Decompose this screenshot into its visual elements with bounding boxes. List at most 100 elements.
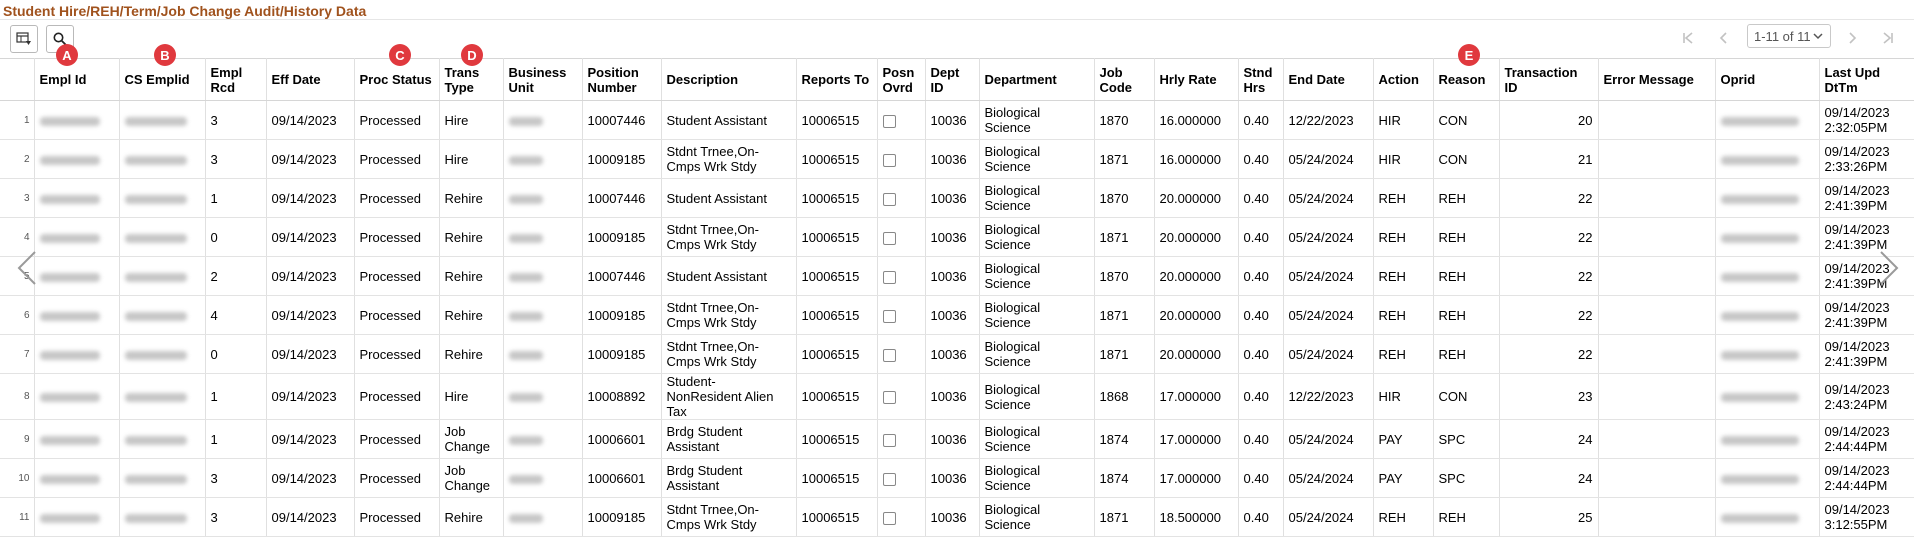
cell-stnd-hrs: 0.40	[1238, 139, 1284, 179]
header-business-unit[interactable]: Business Unit	[503, 58, 583, 101]
cell-empl-id	[34, 419, 120, 459]
scroll-right-button[interactable]	[1874, 248, 1904, 288]
cell-trans-type: Rehire	[439, 217, 504, 257]
redacted-value	[1720, 513, 1799, 523]
header-transaction-id[interactable]: Transaction ID	[1499, 58, 1599, 101]
cell-trans-type: Hire	[439, 139, 504, 179]
cell-last-upd: 09/14/2023 2:33:26PM	[1819, 139, 1914, 179]
posn-ovrd-checkbox[interactable]	[882, 472, 896, 486]
row-number: 9	[0, 419, 35, 459]
posn-ovrd-checkbox[interactable]	[882, 153, 896, 167]
table-row[interactable]: 8 1 09/14/2023 Processed Hire 10008892 Student…	[0, 373, 1914, 420]
cell-position-number: 10006601	[582, 458, 662, 498]
header-position-number[interactable]: Position Number	[582, 58, 662, 101]
first-page-button[interactable]	[1680, 30, 1696, 46]
row-number: 6	[0, 295, 35, 335]
cell-job-code: 1874	[1094, 458, 1155, 498]
posn-ovrd-checkbox[interactable]	[882, 270, 896, 284]
header-last-upd[interactable]: Last Upd DtTm	[1819, 58, 1914, 101]
table-row[interactable]: 9 1 09/14/2023 Processed Job Change 10006601 B…	[0, 419, 1914, 459]
header-posn-ovrd[interactable]: Posn Ovrd	[877, 58, 926, 101]
header-oprid[interactable]: Oprid	[1715, 58, 1820, 101]
table-row[interactable]: 3 1 09/14/2023 Processed Rehire 10007446 Stude…	[0, 178, 1914, 218]
table-row[interactable]: 6 4 09/14/2023 Processed Rehire 10009185 Stdnt…	[0, 295, 1914, 335]
table-row[interactable]: 1 3 09/14/2023 Processed Hire 10007446 Student…	[0, 100, 1914, 140]
posn-ovrd-checkbox[interactable]	[882, 192, 896, 206]
table-row[interactable]: 11 3 09/14/2023 Processed Rehire 10009185 Stdn…	[0, 497, 1914, 537]
redacted-value	[1720, 393, 1799, 403]
cell-job-code: 1868	[1094, 373, 1155, 420]
cell-last-upd: 09/14/2023 2:32:05PM	[1819, 100, 1914, 140]
last-page-button[interactable]	[1880, 30, 1896, 46]
cell-stnd-hrs: 0.40	[1238, 334, 1284, 374]
cell-end-date: 05/24/2024	[1283, 458, 1374, 498]
table-row[interactable]: 4 0 09/14/2023 Processed Rehire 10009185 Stdnt…	[0, 217, 1914, 257]
table-row[interactable]: 7 0 09/14/2023 Processed Rehire 10009185 Stdnt…	[0, 334, 1914, 374]
cell-description: Brdg Student Assistant	[661, 458, 797, 498]
posn-ovrd-checkbox[interactable]	[882, 309, 896, 323]
header-description[interactable]: Description	[661, 58, 797, 101]
cell-reason: REH	[1433, 497, 1500, 537]
header-reports-to[interactable]: Reports To	[796, 58, 878, 101]
posn-ovrd-checkbox[interactable]	[882, 433, 896, 447]
cell-position-number: 10008892	[582, 373, 662, 420]
cell-dept-id: 10036	[925, 256, 980, 296]
posn-ovrd-checkbox[interactable]	[882, 114, 896, 128]
cell-department: Biological Science	[979, 419, 1095, 459]
grid-personalize-button[interactable]	[10, 25, 38, 53]
header-error-message[interactable]: Error Message	[1598, 58, 1716, 101]
cell-dept-id: 10036	[925, 139, 980, 179]
posn-ovrd-checkbox[interactable]	[882, 391, 896, 405]
next-page-button[interactable]	[1844, 30, 1860, 46]
table-row[interactable]: 5 2 09/14/2023 Processed Rehire 10007446 Stude…	[0, 256, 1914, 296]
redacted-value	[124, 272, 187, 282]
row-number: 2	[0, 139, 35, 179]
cell-transaction-id: 21	[1499, 139, 1599, 179]
header-action[interactable]: Action	[1373, 58, 1434, 101]
redacted-value	[508, 435, 543, 445]
previous-page-button[interactable]	[1716, 30, 1732, 46]
posn-ovrd-checkbox[interactable]	[882, 511, 896, 525]
cell-action: HIR	[1373, 100, 1434, 140]
cell-proc-status: Processed	[354, 334, 440, 374]
table-row[interactable]: 2 3 09/14/2023 Processed Hire 10009185 Stdnt T…	[0, 139, 1914, 179]
cell-last-upd: 09/14/2023 2:41:39PM	[1819, 178, 1914, 218]
redacted-value	[1720, 350, 1799, 360]
cell-end-date: 12/22/2023	[1283, 100, 1374, 140]
table-row[interactable]: 10 3 09/14/2023 Processed Job Change 10006601…	[0, 458, 1914, 498]
redacted-value	[39, 393, 100, 403]
header-end-date[interactable]: End Date	[1283, 58, 1374, 101]
scroll-left-button[interactable]	[12, 248, 42, 288]
header-empl-id[interactable]: Empl Id	[34, 58, 120, 101]
row-number: 1	[0, 100, 35, 140]
cell-proc-status: Processed	[354, 419, 440, 459]
posn-ovrd-checkbox[interactable]	[882, 231, 896, 245]
posn-ovrd-checkbox[interactable]	[882, 348, 896, 362]
header-department[interactable]: Department	[979, 58, 1095, 101]
cell-eff-date: 09/14/2023	[266, 419, 355, 459]
grid-toolbar	[0, 20, 1914, 58]
header-dept-id[interactable]: Dept ID	[925, 58, 980, 101]
cell-business-unit	[503, 419, 583, 459]
header-row: Empl Id CS Emplid Empl Rcd Eff Date Proc…	[0, 58, 1914, 101]
cell-proc-status: Processed	[354, 295, 440, 335]
header-stnd-hrs[interactable]: Stnd Hrs	[1238, 58, 1284, 101]
header-empl-rcd[interactable]: Empl Rcd	[205, 58, 267, 101]
cell-reason: CON	[1433, 373, 1500, 420]
redacted-value	[1720, 435, 1799, 445]
header-job-code[interactable]: Job Code	[1094, 58, 1155, 101]
cell-action: REH	[1373, 178, 1434, 218]
cell-empl-rcd: 1	[205, 373, 267, 420]
cell-empl-id	[34, 217, 120, 257]
redacted-value	[1720, 474, 1799, 484]
cell-end-date: 05/24/2024	[1283, 178, 1374, 218]
page-range-select[interactable]: 1-11 of 11	[1747, 24, 1831, 48]
header-hrly-rate[interactable]: Hrly Rate	[1154, 58, 1239, 101]
cell-reports-to: 10006515	[796, 100, 878, 140]
header-eff-date[interactable]: Eff Date	[266, 58, 355, 101]
cell-department: Biological Science	[979, 334, 1095, 374]
cell-empl-id	[34, 334, 120, 374]
cell-hrly-rate: 20.000000	[1154, 178, 1239, 218]
cell-business-unit	[503, 458, 583, 498]
cell-reports-to: 10006515	[796, 178, 878, 218]
